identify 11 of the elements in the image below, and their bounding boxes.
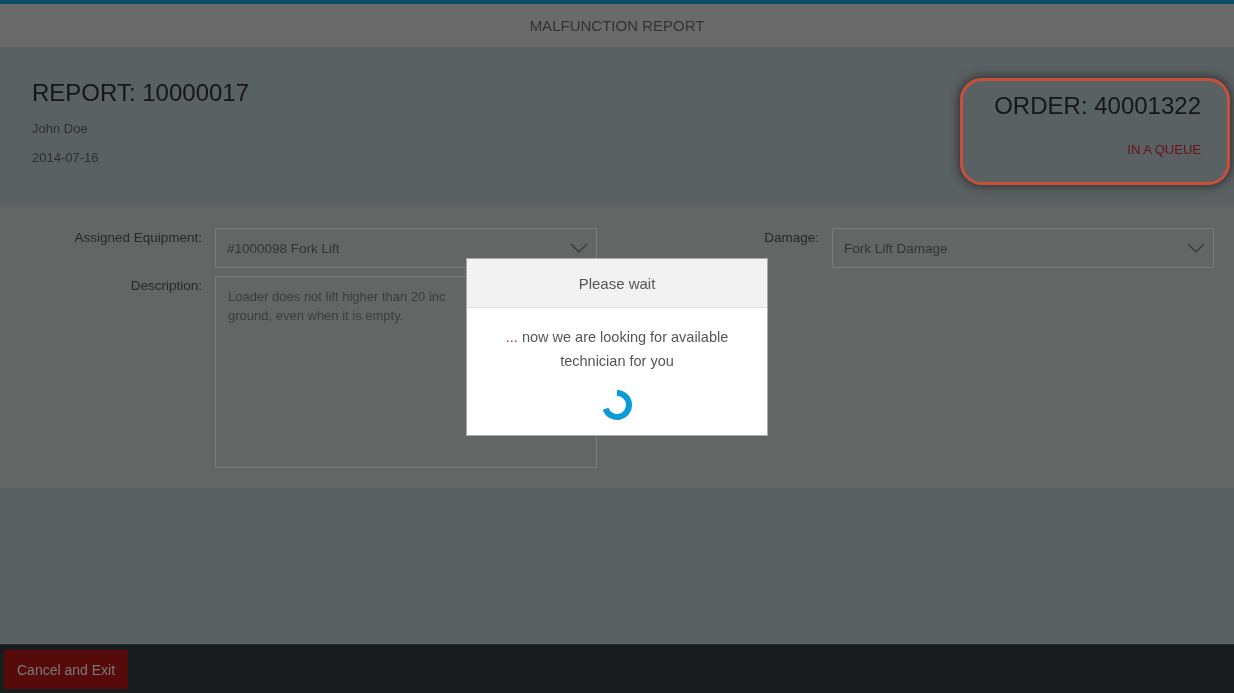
cancel-button[interactable]: Cancel and Exit — [4, 650, 129, 689]
order-title: ORDER: 40001322 — [994, 92, 1201, 120]
field-label: Damage: — [764, 229, 819, 245]
page-title: MALFUNCTION REPORT — [529, 17, 705, 34]
field-label: Assigned Equipment: — [74, 229, 202, 245]
loading-spinner-icon — [601, 389, 633, 421]
chevron-down-icon — [1187, 243, 1205, 253]
field-label: Description: — [130, 277, 202, 293]
chevron-down-icon — [570, 243, 588, 253]
order-status: IN A QUEUE — [1127, 142, 1201, 157]
report-title: REPORT: 10000017 — [32, 79, 250, 107]
